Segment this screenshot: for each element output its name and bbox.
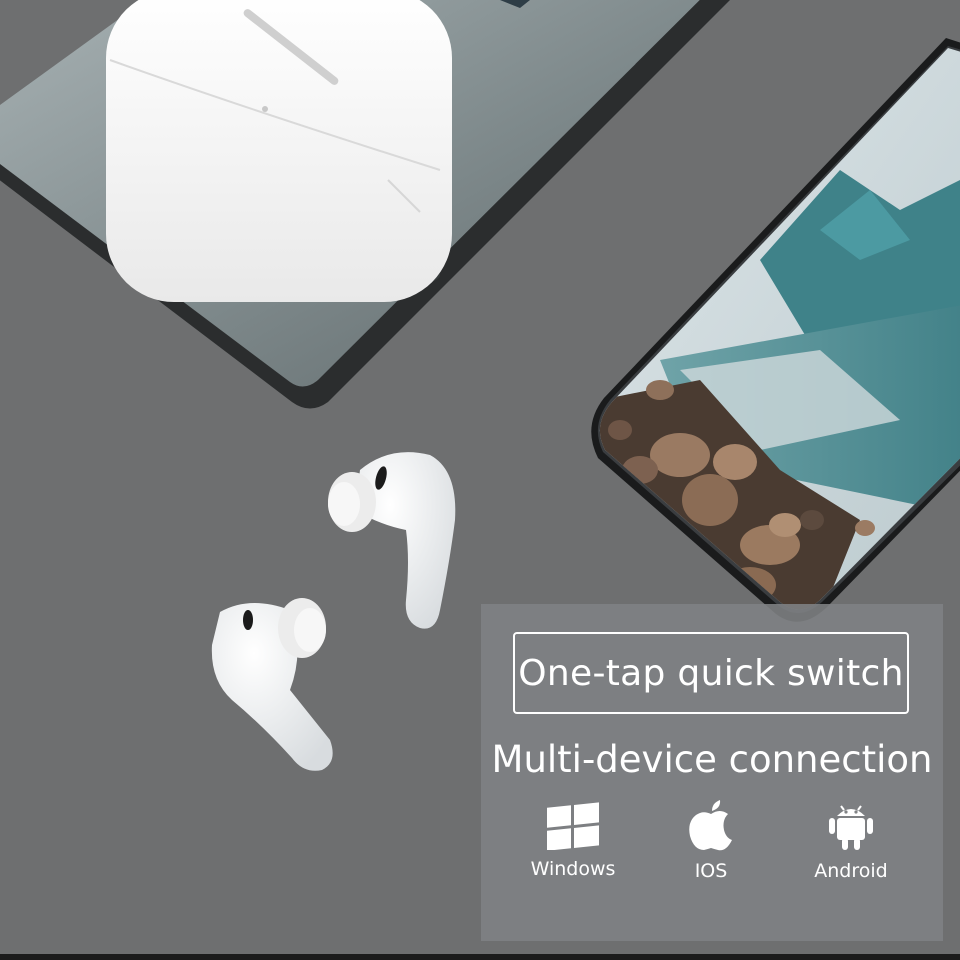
- windows-logo-icon: [547, 802, 599, 850]
- platform-ios: IOS: [641, 800, 781, 882]
- android-robot-icon: [829, 805, 873, 850]
- bottom-strip: [0, 954, 960, 960]
- feature-panel: One-tap quick switch Multi-device connec…: [481, 604, 943, 941]
- headline: One-tap quick switch: [518, 652, 904, 694]
- platform-label-android: Android: [814, 860, 888, 882]
- platform-label-ios: IOS: [694, 860, 728, 882]
- subheadline: Multi-device connection: [491, 738, 933, 781]
- headline-frame: One-tap quick switch: [513, 632, 909, 714]
- platform-label-windows: Windows: [530, 858, 616, 880]
- platform-windows: Windows: [503, 800, 643, 880]
- apple-logo-icon: [689, 800, 732, 851]
- platform-android: Android: [781, 800, 921, 882]
- charging-case: [106, 0, 452, 302]
